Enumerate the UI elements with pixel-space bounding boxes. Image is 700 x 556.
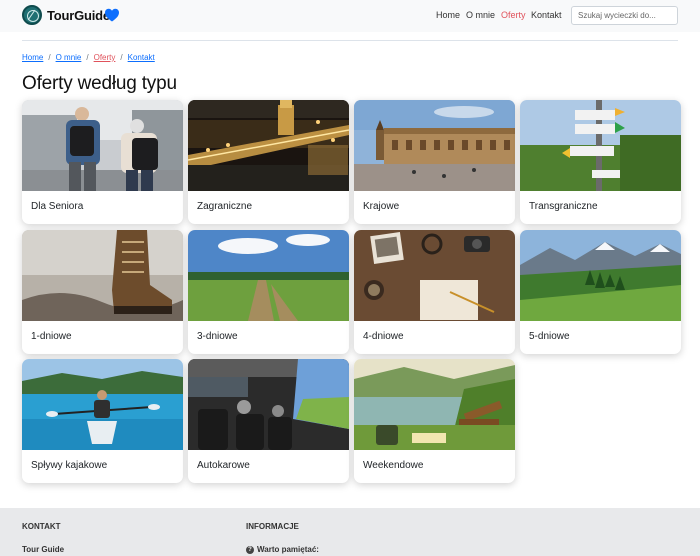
breadcrumb-separator: / [86, 53, 89, 62]
offer-card-coach[interactable]: Autokarowe [188, 359, 349, 483]
card-label: 4-dniowe [363, 331, 404, 342]
nav-link-o-mnie[interactable]: O mnie [466, 10, 495, 20]
offer-card-4-day[interactable]: 4-dniowe [354, 230, 515, 354]
bus-interior-photo [188, 359, 349, 450]
mountain-valley-photo [520, 230, 681, 321]
offer-card-1-day[interactable]: 1-dniowe [22, 230, 183, 354]
search-input[interactable] [571, 6, 678, 25]
footer: KONTAKT Tour Guide INFORMACJE ? Warto pa… [0, 508, 700, 556]
hiking-boot-photo [22, 230, 183, 321]
brand[interactable]: TourGuide [22, 5, 110, 25]
card-label: Krajowe [363, 201, 400, 212]
offer-card-kayaking[interactable]: Spływy kajakowe [22, 359, 183, 483]
card-label: Spływy kajakowe [31, 460, 108, 471]
card-label: 5-dniowe [529, 331, 570, 342]
footer-info-note-text: Warto pamiętać: [257, 545, 319, 554]
travel-desk-photo [354, 230, 515, 321]
offer-card-domestic[interactable]: Krajowe [354, 100, 515, 224]
offer-card-crossborder[interactable]: Transgraniczne [520, 100, 681, 224]
heart-icon[interactable] [104, 7, 120, 23]
offer-card-5-day[interactable]: 5-dniowe [520, 230, 681, 354]
globe-logo-icon [22, 5, 42, 25]
breadcrumb-kontakt[interactable]: Kontakt [128, 53, 155, 62]
offer-card-seniors[interactable]: Dla Seniora [22, 100, 183, 224]
signpost-photo [520, 100, 681, 191]
nav-link-home[interactable]: Home [436, 10, 460, 20]
card-label: Autokarowe [197, 460, 250, 471]
brand-name: TourGuide [47, 7, 110, 23]
navbar: TourGuide Home O mnie Oferty Kontakt [0, 0, 700, 32]
card-label: Dla Seniora [31, 201, 84, 212]
nav-link-kontakt[interactable]: Kontakt [531, 10, 562, 20]
offer-card-3-day[interactable]: 3-dniowe [188, 230, 349, 354]
footer-kontakt-heading: KONTAKT [22, 522, 61, 531]
card-label: 3-dniowe [197, 331, 238, 342]
card-label: Transgraniczne [529, 201, 598, 212]
city-night-photo [188, 100, 349, 191]
footer-info-heading: INFORMACJE [246, 522, 299, 531]
footer-kontakt-name: Tour Guide [22, 545, 64, 554]
nav-link-oferty[interactable]: Oferty [501, 10, 526, 20]
divider [22, 40, 678, 41]
offer-card-abroad[interactable]: Zagraniczne [188, 100, 349, 224]
breadcrumb-oferty[interactable]: Oferty [94, 53, 116, 62]
card-label: Zagraniczne [197, 201, 253, 212]
breadcrumb-o-mnie[interactable]: O mnie [56, 53, 82, 62]
kayaking-photo [22, 359, 183, 450]
offer-card-weekend[interactable]: Weekendowe [354, 359, 515, 483]
lakeside-bench-photo [354, 359, 515, 450]
question-circle-icon: ? [246, 545, 254, 554]
footer-info-note: ? Warto pamiętać: [246, 545, 319, 554]
breadcrumb-separator: / [120, 53, 123, 62]
market-square-photo [354, 100, 515, 191]
page-title: Oferty według typu [22, 73, 177, 94]
breadcrumb-home[interactable]: Home [22, 53, 43, 62]
card-label: 1-dniowe [31, 331, 72, 342]
meadow-path-photo [188, 230, 349, 321]
breadcrumb-separator: / [48, 53, 51, 62]
seniors-photo [22, 100, 183, 191]
breadcrumb: Home / O mnie / Oferty / Kontakt [22, 53, 155, 62]
card-label: Weekendowe [363, 460, 424, 471]
footer-kontakt-name-text: Tour Guide [22, 545, 65, 554]
